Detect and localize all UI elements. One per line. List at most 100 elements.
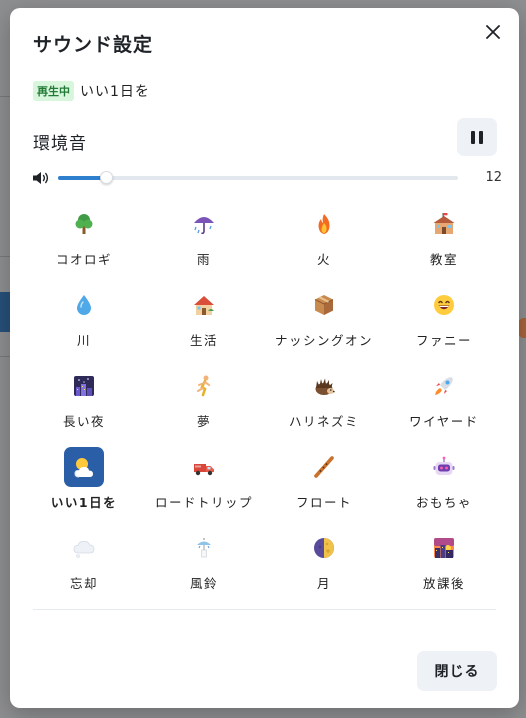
sound-option[interactable]: ワイヤード [384, 366, 504, 447]
sound-option-label: 放課後 [422, 576, 465, 591]
sound-option-icon-tile [184, 447, 224, 487]
grinning-face-icon [434, 295, 454, 315]
sound-option-label: 長い夜 [62, 414, 105, 429]
umbrella-rain-icon [194, 217, 214, 235]
sound-option-label: 風鈴 [189, 576, 218, 591]
ambient-section-title: 環境音 [33, 134, 87, 154]
sound-option-icon-tile [184, 366, 224, 406]
speaker-icon [33, 172, 49, 184]
running-person-icon [197, 375, 210, 397]
volume-control: 12 [32, 168, 502, 188]
sound-option-icon-tile [184, 204, 224, 244]
background-accent [0, 292, 10, 332]
background-accent [518, 318, 526, 338]
sound-option-icon-tile [304, 366, 344, 406]
flute-icon [314, 456, 334, 478]
sound-option[interactable]: 教室 [384, 204, 504, 285]
sound-option[interactable]: ハリネズミ [264, 366, 384, 447]
city-sunset-icon [434, 538, 454, 558]
sound-option[interactable]: ファニー [384, 285, 504, 366]
sound-settings-dialog: サウンド設定 再生中 いい1日を 環境音 12 コオロギ 雨 火 教室川 生活 ナッシング… [10, 8, 519, 708]
sound-grid: コオロギ 雨 火 教室川 生活 ナッシングオン ファニー長い夜 夢 ハリネズミ ワイヤードいい1日… [24, 204, 504, 609]
thought-bubble-icon [73, 541, 95, 558]
sound-option-label: 教室 [429, 252, 458, 267]
close-icon [486, 25, 500, 39]
sound-option-label: コオロギ [55, 252, 112, 267]
volume-slider[interactable] [58, 171, 458, 184]
sound-option-icon-tile [304, 285, 344, 325]
sound-option-icon-tile [184, 285, 224, 325]
sound-option[interactable]: 夢 [144, 366, 264, 447]
sound-option[interactable]: コオロギ [24, 204, 144, 285]
sound-option[interactable]: 放課後 [384, 528, 504, 609]
sound-option-icon-tile [424, 447, 464, 487]
sound-option[interactable]: ロードトリップ [144, 447, 264, 528]
wind-chime-icon [197, 538, 211, 558]
sound-option[interactable]: いい1日を [24, 447, 144, 528]
sound-option-icon-tile [424, 204, 464, 244]
dialog-title: サウンド設定 [33, 34, 154, 56]
sound-option-icon-tile [64, 204, 104, 244]
rocket-icon [435, 377, 453, 395]
sound-option[interactable]: 月 [264, 528, 384, 609]
sound-option-label: 川 [76, 333, 91, 348]
sound-option-label: おもちゃ [415, 495, 472, 510]
volume-slider-thumb[interactable] [100, 171, 113, 184]
background-divider [0, 256, 10, 257]
pause-button[interactable] [457, 118, 497, 156]
robot-icon [433, 456, 455, 475]
sound-option-label: ワイヤード [409, 414, 479, 429]
background-divider [0, 96, 10, 97]
sound-option[interactable]: ナッシングオン [264, 285, 384, 366]
sound-option-label: 雨 [196, 252, 211, 267]
fire-icon [318, 214, 330, 234]
sound-option[interactable]: 生活 [144, 285, 264, 366]
box-icon [314, 295, 334, 315]
sound-option-icon-tile [424, 366, 464, 406]
sound-option-icon-tile [64, 447, 104, 487]
now-playing: 再生中 いい1日を [33, 81, 150, 101]
sound-option-label: 生活 [189, 333, 218, 348]
sound-option[interactable]: 雨 [144, 204, 264, 285]
sound-option[interactable]: 火 [264, 204, 384, 285]
sound-option-label: 火 [316, 252, 331, 267]
droplet-icon [77, 295, 91, 315]
sound-option[interactable]: 風鈴 [144, 528, 264, 609]
sound-option-icon-tile [64, 285, 104, 325]
sound-option-icon-tile [64, 366, 104, 406]
sound-option-icon-tile [424, 528, 464, 568]
footer-divider [33, 609, 496, 610]
sound-option-label: 忘却 [69, 576, 98, 591]
sound-option[interactable]: 川 [24, 285, 144, 366]
sound-option[interactable]: 長い夜 [24, 366, 144, 447]
now-playing-badge: 再生中 [33, 81, 74, 101]
sound-option-label: 月 [316, 576, 331, 591]
sound-option-label: ロードトリップ [154, 495, 253, 510]
hedgehog-icon [315, 378, 335, 395]
night-city-icon [74, 376, 94, 396]
sound-option-label: ナッシングオン [274, 333, 373, 348]
now-playing-title: いい1日を [80, 84, 150, 100]
pause-icon [469, 130, 485, 144]
truck-icon [194, 464, 214, 476]
sound-option-icon-tile [424, 285, 464, 325]
sound-option-label: 夢 [196, 414, 211, 429]
sun-cloud-icon [74, 458, 93, 478]
moon-icon [314, 538, 334, 558]
close-dialog-button[interactable]: 閉じる [417, 651, 497, 691]
tree-icon [75, 214, 93, 234]
sound-option-label: ハリネズミ [288, 414, 359, 429]
school-icon [433, 213, 455, 234]
sound-option[interactable]: おもちゃ [384, 447, 504, 528]
sound-option-icon-tile [64, 528, 104, 568]
sound-option[interactable]: フロート [264, 447, 384, 528]
close-button[interactable] [483, 22, 503, 42]
sound-option-icon-tile [304, 204, 344, 244]
background-divider [0, 356, 10, 357]
volume-slider-fill [58, 176, 106, 180]
sound-option-label: フロート [295, 495, 352, 510]
house-icon [194, 296, 214, 315]
sound-option[interactable]: 忘却 [24, 528, 144, 609]
volume-value: 12 [485, 170, 502, 185]
sound-option-icon-tile [304, 447, 344, 487]
